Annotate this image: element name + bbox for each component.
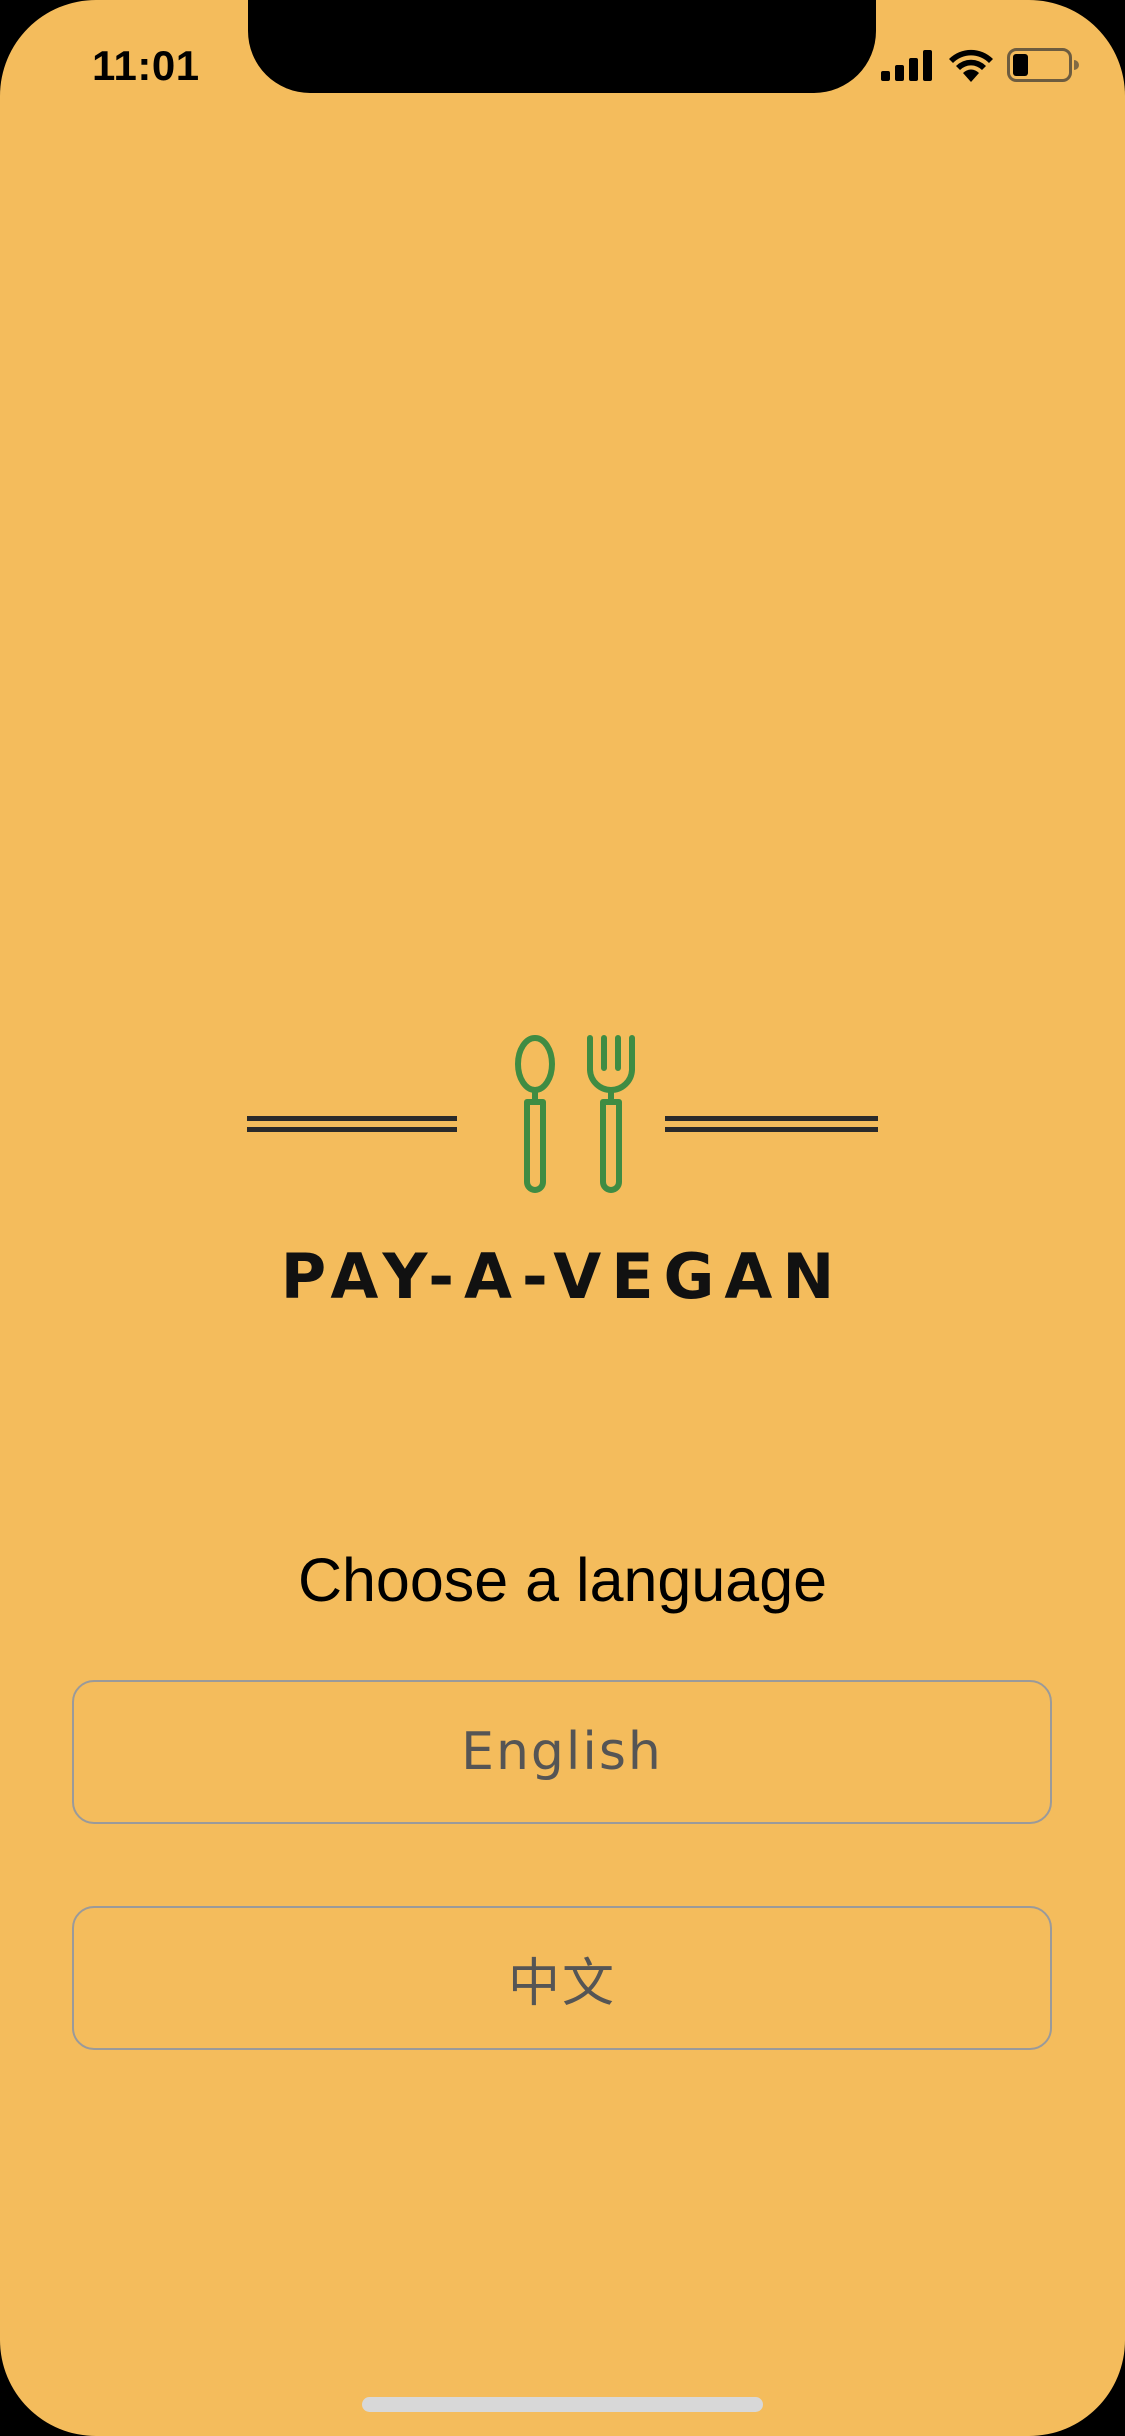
status-icons [881, 48, 1079, 82]
app-logo [247, 1035, 878, 1193]
home-indicator[interactable] [362, 2397, 763, 2412]
english-language-button[interactable]: English [72, 1680, 1052, 1824]
device-frame: 11:01 PAY-A-VEGAN Choose a language Engl… [0, 0, 1125, 2436]
app-screen: 11:01 PAY-A-VEGAN Choose a language Engl… [0, 0, 1125, 2436]
fork-icon [587, 1035, 635, 1193]
right-divider-lines [665, 1116, 878, 1132]
device-notch [248, 0, 876, 93]
wifi-icon [949, 49, 993, 82]
english-button-label: English [461, 1722, 663, 1782]
cellular-signal-icon [881, 50, 932, 81]
brand-name: PAY-A-VEGAN [280, 1240, 845, 1313]
chinese-button-label: 中文 [507, 1953, 616, 2014]
battery-icon [1007, 48, 1079, 82]
status-time: 11:01 [92, 42, 200, 89]
left-divider-lines [247, 1116, 457, 1132]
spoon-icon [515, 1035, 555, 1193]
chinese-language-button[interactable]: 中文 [72, 1906, 1052, 2050]
language-prompt: Choose a language [297, 1546, 828, 1614]
